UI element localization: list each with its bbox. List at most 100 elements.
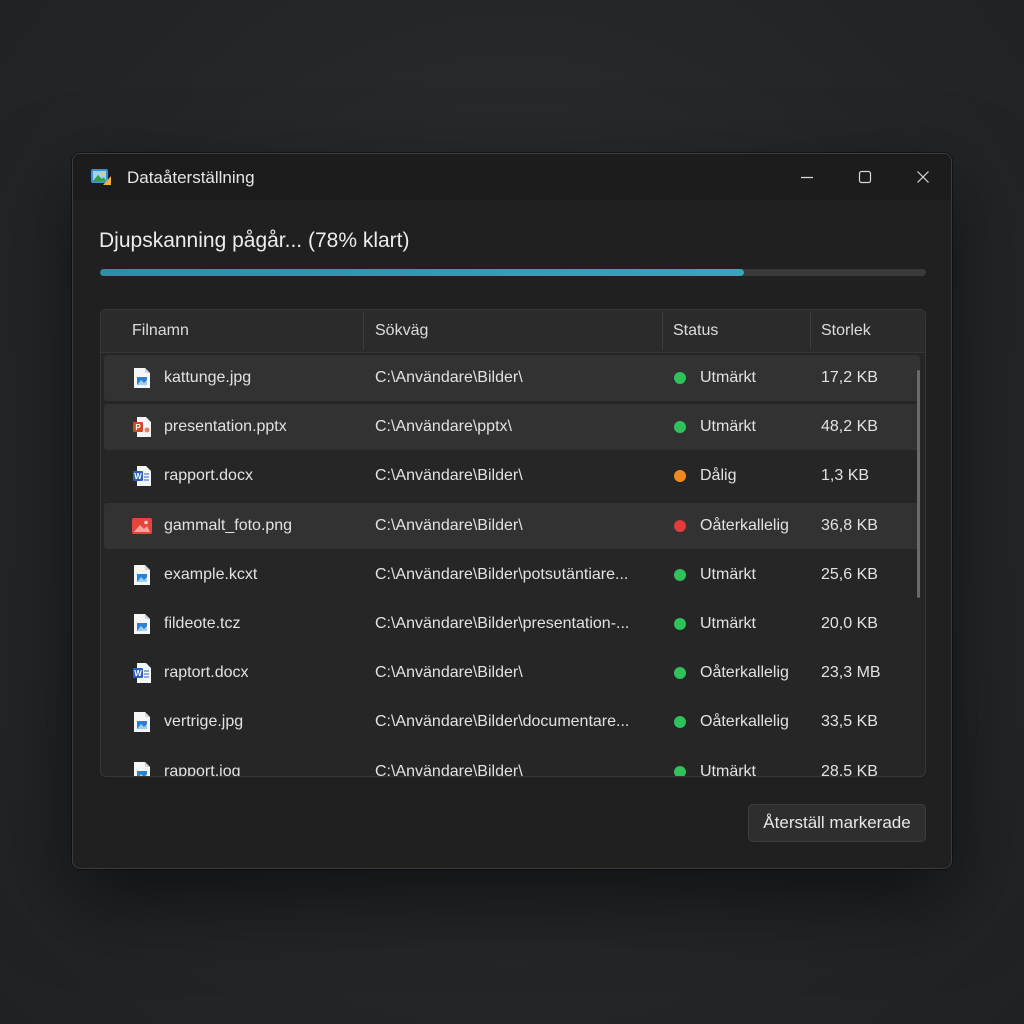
file-path: C:\Användare\Bilder\potsʋtäntiare...	[375, 565, 629, 583]
status-cell: Utmärkt	[674, 601, 814, 647]
table-row[interactable]: rapport.jog C:\Användare\Bilder\ Utmärkt 28…	[104, 749, 920, 776]
file-name: rapport.docx	[164, 467, 253, 485]
file-name-cell: gammalt_foto.png	[132, 503, 362, 549]
status-dot-icon	[674, 568, 686, 581]
status-cell: Oåterkallelig	[674, 650, 814, 696]
status-dot-icon	[674, 618, 686, 630]
status-dot-icon	[674, 470, 686, 483]
image-file-icon	[132, 761, 152, 776]
column-header-path[interactable]: Sökväg	[363, 310, 662, 352]
status-cell: Utmärkt	[674, 355, 814, 401]
table-row[interactable]: Wraptort.docx C:\Användare\Bilder\ Oåterka…	[104, 650, 920, 696]
column-header-size[interactable]: Storlek	[810, 310, 925, 352]
file-name-cell: Wrapport.docx	[132, 453, 362, 499]
restore-selected-button[interactable]: Återställ markerade	[748, 804, 926, 842]
photo-recovery-app-icon	[91, 167, 111, 185]
scan-progress-bar	[100, 269, 926, 276]
column-header-status[interactable]: Status	[662, 310, 810, 352]
file-name-cell: vertrige.jpg	[132, 699, 362, 745]
status-label: Dålig	[700, 467, 737, 485]
file-name: rapport.jog	[164, 762, 241, 776]
image-file-icon	[132, 367, 152, 389]
table-row[interactable]: fildeote.tcz C:\Användare\Bilder\presenta…	[104, 601, 920, 647]
status-label: Oåterkallelig	[700, 664, 789, 682]
status-label: Utmärkt	[700, 762, 756, 776]
word-file-icon: W	[132, 662, 152, 684]
word-file-icon: W	[132, 465, 152, 487]
file-name-cell: Ppresentation.pptx	[132, 404, 362, 450]
column-header-filename[interactable]: Filnamn	[101, 310, 363, 352]
status-dot-icon	[674, 765, 686, 776]
file-name-cell: kattunge.jpg	[132, 355, 362, 401]
table-row[interactable]: Wrapport.docx C:\Användare\Bilder\ Dålig 1,…	[104, 453, 920, 499]
status-dot-icon	[674, 667, 686, 680]
table-header: Filnamn Sökväg Status Storlek	[101, 310, 925, 353]
window-title: Dataåterställning	[127, 168, 255, 187]
status-cell: Oåterkallelig	[674, 699, 814, 745]
file-size: 20,0 KB	[821, 615, 878, 632]
table-row[interactable]: example.kcxt C:\Användare\Bilder\potsʋtän…	[104, 552, 920, 598]
table-row[interactable]: vertrige.jpg C:\Användare\Bilder\document…	[104, 699, 920, 745]
scan-progress-fill	[100, 269, 745, 276]
file-name: gammalt_foto.png	[164, 516, 293, 534]
status-cell: Oåterkallelig	[674, 503, 814, 549]
recovery-window: Dataåterställning Djupskanning pågår... …	[72, 153, 952, 869]
file-size: 33,5 KB	[821, 713, 878, 731]
file-size: 17,2 KB	[821, 369, 878, 386]
table-scrollbar[interactable]	[917, 370, 920, 598]
status-dot-icon	[674, 716, 686, 729]
file-name: presentation.pptx	[164, 418, 287, 436]
file-path: C:\Användare\Bilder\presentation-...	[375, 615, 630, 632]
maximize-button[interactable]	[836, 154, 894, 200]
file-name: vertrige.jpg	[164, 713, 244, 731]
file-size: 48,2 KB	[821, 418, 878, 436]
status-cell: Utmärkt	[674, 749, 814, 776]
red-image-file-icon	[132, 515, 152, 537]
minimize-icon	[801, 176, 813, 179]
file-size: 23,3 MB	[821, 664, 881, 682]
recovered-files-table: Filnamn Sökväg Status Storlek kattunge.j…	[100, 309, 926, 777]
svg-text:P: P	[135, 423, 141, 432]
table-body: kattunge.jpg C:\Användare\Bilder\ Utmärkt 1…	[101, 352, 925, 776]
status-cell: Utmärkt	[674, 404, 814, 450]
status-cell: Dålig	[674, 453, 814, 499]
file-name-cell: fildeote.tcz	[132, 601, 362, 647]
file-name: raptort.docx	[164, 664, 249, 682]
file-name: example.kcxt	[164, 565, 258, 583]
file-path: C:\Användare\pptx\	[375, 418, 512, 436]
file-size: 28,5 KB	[821, 762, 878, 776]
file-name: fildeote.tcz	[164, 615, 241, 632]
status-label: Utmärkt	[700, 565, 756, 583]
file-name-cell: rapport.jog	[132, 749, 362, 776]
file-size: 25,6 KB	[821, 565, 878, 583]
file-size: 36,8 KB	[821, 516, 878, 534]
status-label: Oåterkallelig	[700, 713, 789, 731]
table-row[interactable]: gammalt_foto.png C:\Användare\Bilder\ Oåte…	[104, 502, 920, 549]
close-icon	[917, 171, 929, 183]
svg-text:W: W	[134, 669, 142, 678]
file-path: C:\Användare\Bilder\	[375, 467, 523, 485]
status-label: Utmärkt	[700, 418, 756, 436]
status-cell: Utmärkt	[674, 552, 814, 598]
table-row[interactable]: kattunge.jpg C:\Användare\Bilder\ Utmärkt 1…	[104, 355, 920, 401]
file-path: C:\Användare\Bilder\	[375, 664, 523, 682]
status-label: Oåterkallelig	[700, 516, 789, 534]
status-dot-icon	[674, 421, 686, 434]
status-dot-icon	[674, 519, 686, 532]
powerpoint-file-icon: P	[132, 416, 152, 438]
svg-text:W: W	[134, 472, 142, 481]
scan-status-heading: Djupskanning pågår... (78% klart)	[99, 229, 410, 252]
status-label: Utmärkt	[700, 615, 756, 632]
maximize-icon	[858, 170, 872, 184]
table-row[interactable]: Ppresentation.pptx C:\Användare\pptx\ Utmä…	[104, 404, 920, 451]
file-path: C:\Användare\Bilder\	[375, 369, 523, 386]
file-size: 1,3 KB	[821, 467, 870, 485]
file-path: C:\Användare\Bilder\documentare...	[375, 713, 630, 731]
minimize-button[interactable]	[778, 154, 836, 200]
image-file-icon	[132, 613, 152, 635]
file-path: C:\Användare\Bilder\	[375, 762, 523, 776]
title-bar[interactable]: Dataåterställning	[73, 154, 951, 200]
close-button[interactable]	[894, 154, 951, 200]
file-name: kattunge.jpg	[164, 369, 252, 386]
file-name-cell: Wraptort.docx	[132, 650, 362, 696]
